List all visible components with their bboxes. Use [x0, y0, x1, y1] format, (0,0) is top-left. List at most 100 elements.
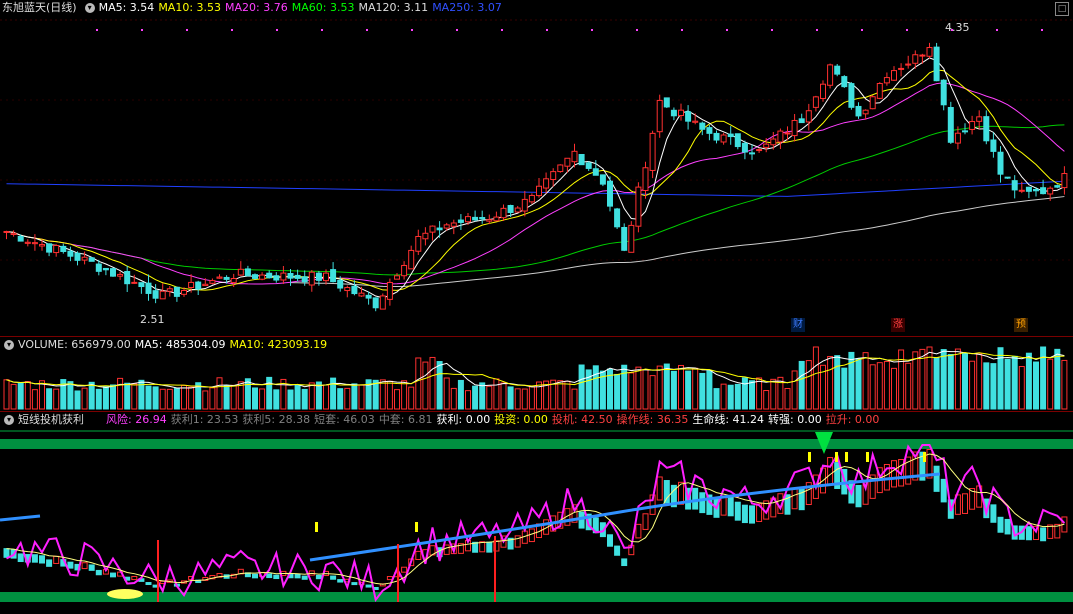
volume-bar	[997, 347, 1004, 410]
candle-body	[841, 76, 848, 88]
volume-bar	[266, 376, 273, 410]
level-bar	[528, 528, 535, 543]
candle-body	[479, 217, 486, 220]
volume-bar	[848, 351, 855, 410]
volume-bar	[10, 383, 17, 410]
candle-body	[1025, 186, 1032, 192]
indicator-panel[interactable]: ▾ 短线投机获利 风险: 26.94 获利1: 23.53 获利5: 28.38 短套: …	[0, 412, 1073, 614]
candle-body	[734, 133, 741, 148]
candle-body	[536, 185, 542, 197]
candle-body	[472, 216, 479, 221]
candle-body	[628, 224, 635, 253]
candle-body	[514, 207, 521, 213]
candle-body	[216, 276, 223, 279]
price-panel[interactable]: 东旭蓝天(日线) ▾ MA5: 3.54 MA10: 3.53 MA20: 3.76 MA…	[0, 0, 1073, 336]
volume-bar	[663, 363, 670, 410]
level-bar	[990, 504, 997, 523]
volume-panel[interactable]: ▾ VOLUME: 656979.00 MA5: 485304.09 MA10: 42…	[0, 337, 1073, 411]
level-bar	[997, 516, 1004, 533]
volume-bar	[259, 388, 266, 410]
volume-bar	[394, 389, 400, 410]
volume-bar	[741, 377, 748, 410]
badge-rise[interactable]: 涨	[891, 318, 905, 332]
candle-body	[706, 127, 713, 134]
badge-finance[interactable]: 财	[791, 318, 805, 332]
lower-band	[0, 592, 1073, 602]
candle-body	[990, 139, 997, 152]
volume-bar	[379, 379, 386, 410]
level-bar	[315, 574, 322, 580]
volume-bar	[457, 379, 464, 410]
level-bar	[741, 504, 748, 524]
badge-forecast[interactable]: 预	[1014, 318, 1028, 332]
volume-bar	[46, 388, 53, 410]
high-price-label: 4.35	[945, 21, 970, 34]
candle-body	[685, 111, 692, 122]
volume-bar	[308, 382, 315, 410]
candle-body	[912, 54, 919, 64]
candle-body	[592, 168, 599, 176]
volume-bar	[450, 387, 457, 410]
level-bar	[1040, 527, 1047, 542]
level-bar	[110, 572, 116, 578]
level-bar	[727, 496, 734, 517]
volume-bar	[39, 380, 45, 410]
candle-body	[17, 235, 24, 242]
candle-body	[578, 153, 585, 166]
candle-body	[237, 268, 244, 276]
volume-bar	[727, 384, 734, 410]
volume-bar	[621, 364, 628, 410]
volume-bar	[110, 384, 116, 410]
yellow-signal	[835, 452, 838, 462]
ma20-line	[6, 82, 1065, 285]
volume-bar	[947, 353, 954, 410]
candle-body	[486, 219, 493, 222]
level-bar	[720, 495, 727, 516]
candle-body	[1004, 176, 1011, 179]
candle-body	[337, 279, 344, 289]
candle-body	[770, 138, 777, 146]
volume-bar	[983, 362, 990, 410]
volume-bar	[486, 385, 493, 410]
yellow-signal	[866, 452, 869, 462]
level-bar	[656, 476, 663, 501]
level-bar	[53, 555, 60, 564]
level-bar	[3, 548, 10, 558]
volume-bar	[862, 352, 869, 410]
marker-dot	[411, 29, 413, 31]
level-bar	[855, 484, 862, 508]
volume-bar	[323, 384, 329, 410]
candle-body	[188, 281, 195, 288]
volume-bar	[962, 352, 968, 410]
candle-body	[401, 264, 408, 277]
volume-bar	[791, 370, 798, 410]
level-bar	[401, 566, 408, 573]
volume-bar	[67, 381, 74, 410]
candle-body	[152, 290, 159, 299]
level-bar	[734, 501, 741, 521]
marker-dot	[996, 29, 998, 31]
volume-bar	[436, 361, 443, 410]
volume-bars[interactable]	[0, 337, 1073, 411]
candle-body	[301, 276, 308, 283]
marker-dot	[501, 29, 503, 31]
candle-body	[564, 157, 571, 167]
candle-body	[919, 54, 926, 57]
marker-dot	[366, 29, 368, 31]
volume-bar	[273, 389, 280, 410]
candle-body	[699, 122, 706, 130]
indicator-chart[interactable]	[0, 412, 1073, 614]
level-bar	[1004, 518, 1011, 535]
level-bar	[614, 545, 621, 556]
candle-body	[138, 282, 145, 288]
marker-dot	[771, 29, 773, 31]
candle-body	[323, 272, 329, 282]
candle-body	[550, 171, 557, 180]
candlestick-chart[interactable]: 4.35 2.51	[0, 0, 1073, 336]
volume-bar	[479, 382, 486, 410]
volume-bar	[209, 387, 216, 410]
marker-dot	[231, 29, 233, 31]
marker-dot	[186, 29, 188, 31]
candle-body	[315, 272, 322, 281]
level-bar	[486, 541, 493, 553]
